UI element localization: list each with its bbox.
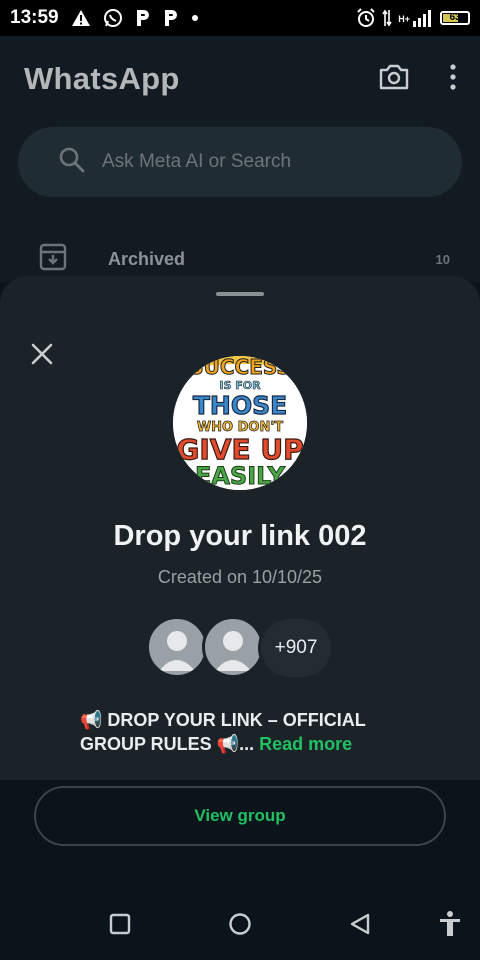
home-button[interactable] [220,904,260,944]
status-time: 13:59 [10,7,59,28]
recents-icon [109,913,131,935]
battery-icon: 63 [440,11,470,25]
drag-handle[interactable] [216,292,264,296]
search-icon [58,146,86,179]
alarm-icon [356,8,376,28]
warning-icon [71,9,91,27]
data-arrows-icon [382,8,392,28]
view-group-button[interactable]: View group [34,786,446,846]
status-bar: 13:59 H+ 63 [0,0,480,36]
group-created-date: Created on 10/10/25 [157,567,323,587]
home-icon [229,913,251,935]
group-avatar: SUCCESS IS FOR THOSE WHO DON'T GIVE UP E… [173,356,307,490]
accessibility-button[interactable] [430,904,470,944]
network-label: H+ [398,14,410,24]
svg-text:SUCCESS: SUCCESS [189,356,291,379]
members-more-count: +907 [258,616,334,680]
archived-count: 10 [435,251,450,267]
p-icon [135,8,151,28]
header-actions [378,63,456,96]
archive-icon [38,242,68,277]
search-input[interactable]: Ask Meta AI or Search [18,127,462,197]
system-nav-bar [0,896,480,952]
group-name: Drop your link 002 [113,520,367,552]
close-button[interactable] [28,340,56,368]
status-left: 13:59 [10,7,199,29]
member-avatar [146,616,208,678]
group-info-sheet: SUCCESS IS FOR THOSE WHO DON'T GIVE UP E… [0,276,480,780]
svg-text:EASILY: EASILY [195,462,286,490]
default-user-icon [159,631,195,671]
status-right: H+ 63 [356,8,470,28]
camera-icon[interactable] [378,63,410,96]
group-avatar-image: SUCCESS IS FOR THOSE WHO DON'T GIVE UP E… [173,356,307,490]
group-description: 📢 DROP YOUR LINK – OFFICIAL GROUP RULES … [80,708,410,756]
member-avatar [202,616,264,678]
back-button[interactable] [340,904,380,944]
whatsapp-icon [103,8,123,28]
accessibility-icon [440,911,460,936]
search-placeholder: Ask Meta AI or Search [102,151,292,172]
svg-text:THOSE: THOSE [193,391,287,420]
battery-level: 63 [449,12,461,23]
p-icon [163,8,179,28]
more-vert-icon[interactable] [450,63,456,95]
archived-label: Archived [108,248,186,269]
app-title: WhatsApp [24,61,180,96]
read-more-link[interactable]: Read more [259,734,352,754]
app-header: WhatsApp [0,36,480,122]
back-icon [350,913,370,935]
group-members[interactable]: +907 [146,616,346,680]
default-user-icon [215,631,251,671]
signal-icon [412,9,434,27]
dot-icon [191,14,199,22]
close-icon [31,343,53,365]
recents-button[interactable] [100,904,140,944]
